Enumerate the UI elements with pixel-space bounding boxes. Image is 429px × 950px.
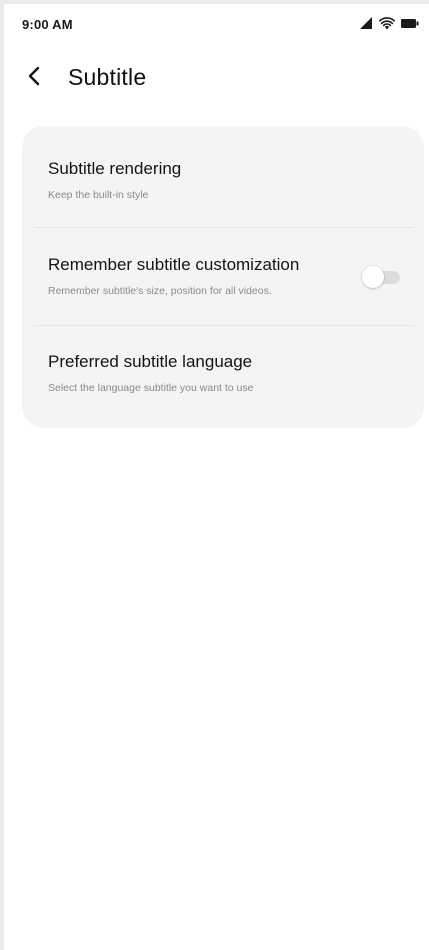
setting-title: Remember subtitle customization xyxy=(48,255,300,274)
setting-description: Select the language subtitle you want to… xyxy=(48,382,254,394)
battery-icon xyxy=(401,18,419,29)
chevron-left-icon xyxy=(27,66,41,91)
status-time: 9:00 AM xyxy=(22,17,73,32)
screen: 9:00 AM Subtitle Subtitle rendering Keep… xyxy=(4,4,429,950)
signal-icon xyxy=(359,17,373,29)
setting-description: Remember subtitle's size, position for a… xyxy=(48,285,272,297)
setting-subtitle-rendering[interactable]: Subtitle rendering Keep the built-in sty… xyxy=(22,126,424,226)
page-title: Subtitle xyxy=(68,64,147,90)
settings-card: Subtitle rendering Keep the built-in sty… xyxy=(22,126,424,428)
toggle-thumb xyxy=(362,266,384,288)
wifi-icon xyxy=(379,16,395,30)
app-header: Subtitle xyxy=(4,56,429,100)
remember-customization-toggle[interactable] xyxy=(362,266,400,288)
setting-preferred-subtitle-language[interactable]: Preferred subtitle language Select the l… xyxy=(22,326,424,428)
setting-title: Preferred subtitle language xyxy=(48,352,253,371)
back-button[interactable] xyxy=(16,60,52,96)
status-icons xyxy=(359,15,419,31)
setting-title: Subtitle rendering xyxy=(48,159,182,178)
status-bar: 9:00 AM xyxy=(4,4,429,42)
setting-description: Keep the built-in style xyxy=(48,189,149,201)
